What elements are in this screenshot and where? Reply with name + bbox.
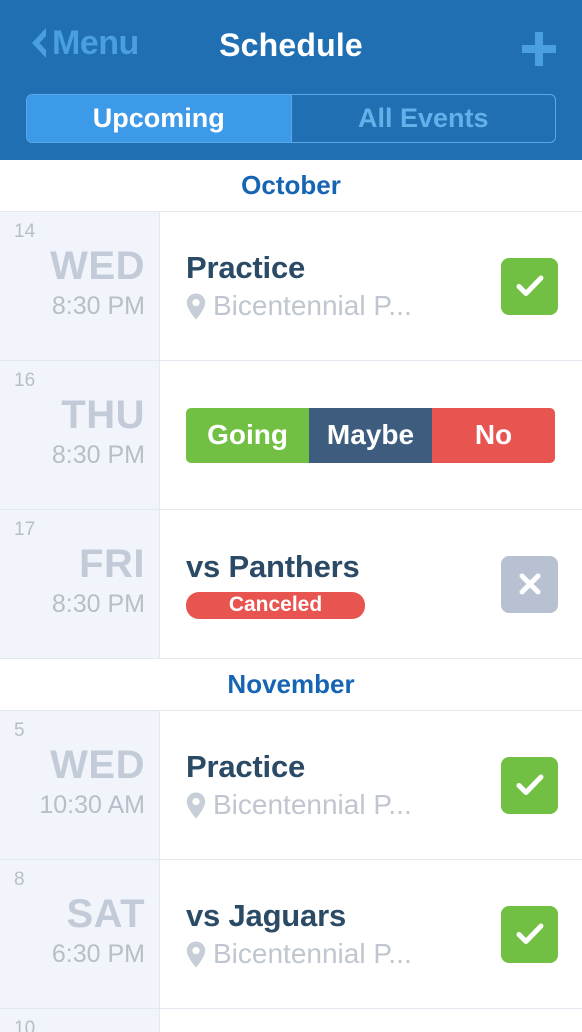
status-badge-canceled: Canceled — [186, 591, 365, 619]
event-row[interactable]: 14 WED 8:30 PM Practice Bicentennial P..… — [0, 212, 582, 361]
event-location-label: Bicentennial P... — [213, 938, 412, 970]
map-pin-icon — [186, 941, 206, 968]
close-icon — [519, 573, 541, 595]
month-header-october: October — [0, 160, 582, 212]
event-content: vs Panthers Canceled — [160, 510, 582, 658]
rsvp-status-going-button[interactable] — [501, 756, 558, 814]
event-title: Practice — [186, 249, 306, 285]
tab-upcoming[interactable]: Upcoming — [27, 95, 291, 142]
event-day-of-week: WED — [50, 742, 145, 787]
event-row[interactable]: 5 WED 10:30 AM Practice Bicentennial P..… — [0, 711, 582, 860]
event-date-column: 5 WED 10:30 AM — [0, 711, 160, 859]
event-date-column: 16 THU 8:30 PM — [0, 361, 160, 509]
map-pin-icon — [186, 293, 206, 320]
event-row[interactable]: 8 SAT 6:30 PM vs Jaguars Bicentennial P.… — [0, 860, 582, 1009]
event-location-label: Bicentennial P... — [213, 290, 412, 322]
event-date-column: 14 WED 8:30 PM — [0, 212, 160, 360]
event-time: 8:30 PM — [51, 291, 145, 320]
map-pin-icon — [186, 792, 206, 819]
event-row[interactable]: 10 — [0, 1009, 582, 1032]
event-content: vs Jaguars Bicentennial P... — [160, 860, 582, 1008]
event-content: Practice Bicentennial P... — [160, 212, 582, 360]
event-location: Bicentennial P... — [186, 290, 487, 322]
check-icon — [515, 271, 545, 301]
event-date-number: 16 — [14, 370, 36, 391]
event-content — [160, 1009, 582, 1032]
event-canceled-button[interactable] — [501, 555, 558, 613]
rsvp-status-going-button[interactable] — [501, 905, 558, 963]
event-details: Practice Bicentennial P... — [186, 749, 487, 822]
schedule-app: Menu Schedule Upcoming All Events Octobe… — [0, 0, 582, 1032]
tab-all-events[interactable]: All Events — [290, 95, 556, 142]
event-date-column: 10 — [0, 1009, 160, 1032]
event-date-number: 17 — [14, 519, 36, 540]
event-date-number: 10 — [14, 1018, 36, 1032]
check-icon — [515, 770, 545, 800]
event-date-number: 14 — [14, 221, 36, 242]
event-day-of-week: THU — [61, 392, 145, 437]
rsvp-no-button[interactable]: No — [432, 407, 555, 463]
event-day-of-week: SAT — [66, 891, 145, 936]
event-details: vs Panthers Canceled — [186, 549, 487, 619]
event-details: vs Jaguars Bicentennial P... — [186, 898, 487, 971]
event-day-of-week: FRI — [79, 541, 145, 586]
rsvp-maybe-button[interactable]: Maybe — [309, 407, 432, 463]
event-title: vs Jaguars — [186, 897, 346, 933]
event-date-column: 8 SAT 6:30 PM — [0, 860, 160, 1008]
event-date-number: 8 — [14, 869, 25, 890]
schedule-list[interactable]: October 14 WED 8:30 PM Practice Bicenten… — [0, 160, 582, 1032]
rsvp-status-going-button[interactable] — [501, 257, 558, 315]
plus-icon — [518, 28, 560, 70]
event-time: 10:30 AM — [39, 790, 145, 819]
event-time: 6:30 PM — [51, 939, 145, 968]
event-location-label: Bicentennial P... — [213, 789, 412, 821]
add-event-button[interactable] — [518, 28, 560, 70]
event-date-number: 5 — [14, 720, 25, 741]
rsvp-going-button[interactable]: Going — [186, 407, 309, 463]
event-row[interactable]: 16 THU 8:30 PM Going Maybe No — [0, 361, 582, 510]
event-title: Practice — [186, 748, 306, 784]
event-time: 8:30 PM — [51, 440, 145, 469]
event-title: vs Panthers — [186, 549, 360, 585]
month-header-november: November — [0, 659, 582, 711]
page-title: Schedule — [219, 27, 363, 63]
check-icon — [515, 919, 545, 949]
event-time: 8:30 PM — [51, 589, 145, 618]
app-header: Menu Schedule Upcoming All Events — [0, 0, 582, 160]
event-row[interactable]: 17 FRI 8:30 PM vs Panthers Canceled — [0, 510, 582, 659]
schedule-filter-tabs: Upcoming All Events — [26, 94, 556, 143]
navigation-bar: Menu Schedule — [0, 0, 582, 97]
event-day-of-week: WED — [50, 243, 145, 288]
event-content: Practice Bicentennial P... — [160, 711, 582, 859]
event-details: Practice Bicentennial P... — [186, 250, 487, 323]
rsvp-prompt: Going Maybe No — [186, 407, 555, 463]
event-content: Going Maybe No — [160, 361, 582, 509]
event-location: Bicentennial P... — [186, 938, 487, 970]
event-date-column: 17 FRI 8:30 PM — [0, 510, 160, 658]
event-location: Bicentennial P... — [186, 789, 487, 821]
